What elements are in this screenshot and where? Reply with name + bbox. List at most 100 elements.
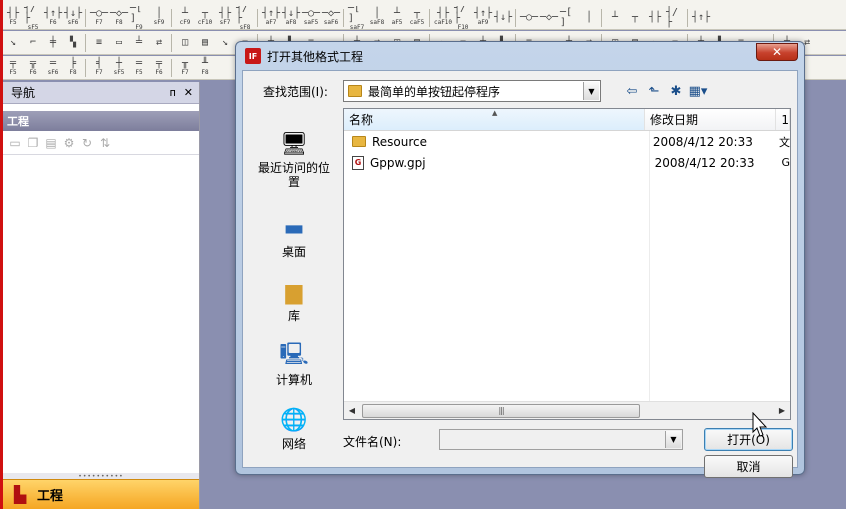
toolbar-button[interactable]: ┤├ sF7 — [216, 8, 234, 28]
list-item[interactable]: G Gppw.gpj 2008/4/12 20:33 G — [344, 152, 790, 173]
toolbar-button[interactable]: │ — [580, 8, 598, 28]
chevron-down-icon[interactable]: ▼ — [583, 82, 599, 100]
properties-icon[interactable]: ⚙ — [61, 135, 77, 151]
column-header-date[interactable]: 修改日期 — [645, 109, 777, 130]
new-icon[interactable]: ▭ — [7, 135, 23, 151]
toolbar-button[interactable]: ╤ F5 — [4, 58, 22, 78]
back-icon[interactable]: ⇦ — [621, 81, 643, 101]
toolbar-button-label: cF9 — [179, 19, 191, 26]
toolbar-button[interactable]: ═ sF6 — [44, 58, 62, 78]
toolbar-button[interactable]: ─[ ] F9 — [130, 6, 148, 29]
toolbar-button[interactable]: ▭ — [110, 33, 128, 53]
mouse-cursor-icon — [752, 412, 768, 437]
list-item[interactable]: Resource 2008/4/12 20:33 文 — [344, 131, 790, 152]
toolbar-button[interactable]: ┤/├ sF8 — [236, 6, 254, 29]
toolbar-button[interactable]: ╥ F7 — [176, 58, 194, 78]
toolbar-button[interactable]: ┤/├ sF5 — [24, 6, 42, 29]
scroll-left-icon[interactable]: ◀ — [344, 403, 360, 419]
place-desktop[interactable]: ▬ 桌面 — [251, 213, 337, 260]
toolbar-button[interactable]: ⇄ — [150, 33, 168, 53]
ladder-symbol-icon: ▤ — [201, 36, 209, 48]
column-header-name[interactable]: 名称 ▲ — [344, 109, 646, 130]
toolbar-button[interactable]: ┬ cF10 — [196, 8, 214, 28]
place-recent[interactable]: 🖥 最近访问的位置 — [251, 129, 337, 190]
toolbar-button[interactable]: ╧ — [130, 33, 148, 53]
toolbar-button[interactable]: ⌐ — [24, 33, 42, 53]
toolbar-button[interactable]: ─○─ — [520, 8, 538, 28]
nav-header: 导航 ᴨ ✕ — [3, 82, 199, 104]
toolbar-button[interactable]: ─◇─ F8 — [110, 8, 128, 28]
place-computer[interactable]: 🖳 计算机 — [251, 341, 337, 387]
new-folder-icon[interactable]: ✱ — [665, 81, 687, 101]
toolbar-button[interactable]: ┤↓├ aF8 — [282, 8, 300, 28]
toolbar-button[interactable]: ┤/├ F10 — [454, 6, 472, 29]
toolbar-button[interactable]: ┤├ — [646, 8, 664, 28]
toolbar-button[interactable]: ┤├ caF10 — [434, 8, 452, 28]
ladder-symbol-icon: ≡ — [95, 36, 103, 48]
toolbar-button-label: sF9 — [153, 19, 165, 26]
toolbar-separator — [171, 8, 173, 27]
nav-footer-project-tab[interactable]: ▙ 工程 — [3, 479, 199, 509]
refresh-icon[interactable]: ↻ — [79, 135, 95, 151]
copy-icon[interactable]: ❐ — [25, 135, 41, 151]
toolbar-button[interactable]: ┤/├ — [666, 7, 684, 28]
toolbar-button[interactable]: ╤ F6 — [150, 58, 168, 78]
toolbar-button[interactable]: ─[ ] saF7 — [348, 6, 366, 29]
toolbar-button[interactable]: ≡ — [90, 33, 108, 53]
dialog-titlebar[interactable]: IF 打开其他格式工程 — [236, 42, 804, 70]
up-folder-icon[interactable]: ⬑ — [643, 81, 665, 101]
toolbar-button[interactable]: ┬ caF5 — [408, 8, 426, 28]
toolbar-button[interactable]: ┤↑├ aF7 — [262, 8, 280, 28]
toolbar-button[interactable]: ╡ F7 — [90, 58, 108, 78]
toolbar-button[interactable]: ─◇─ saF6 — [322, 8, 340, 28]
ladder-symbol-icon: ┤├ — [218, 8, 232, 19]
toolbar-button[interactable]: ┴ — [606, 8, 624, 28]
toolbar-button[interactable]: ┬ — [626, 8, 644, 28]
toolbar-button[interactable]: ═ F5 — [130, 58, 148, 78]
column-header-type[interactable]: 1 — [776, 109, 790, 130]
toolbar-button[interactable]: ↘ — [216, 33, 234, 53]
pin-icon[interactable]: ᴨ — [170, 86, 176, 99]
scroll-thumb[interactable]: ||| — [362, 403, 640, 418]
place-network[interactable]: 🌐 网络 — [251, 405, 337, 452]
look-in-combo[interactable]: 最简单的单按钮起停程序 ▼ — [343, 80, 601, 102]
place-libraries[interactable]: ▆ 库 — [251, 277, 337, 324]
file-name-combo[interactable]: ▼ — [439, 429, 683, 450]
scroll-right-icon[interactable]: ▶ — [774, 403, 790, 419]
toolbar-button[interactable]: ╞ F8 — [64, 58, 82, 78]
toolbar-button[interactable]: ─◇─ — [540, 8, 558, 28]
toolbar-button[interactable]: ┤↓├ — [494, 8, 512, 28]
view-menu-icon[interactable]: ▦▾ — [687, 81, 709, 101]
toolbar-button[interactable]: ▚ — [64, 33, 82, 53]
toolbar-button[interactable]: │ saF8 — [368, 8, 386, 28]
toolbar-button[interactable]: ─[ ] — [560, 7, 578, 28]
toolbar-button[interactable]: ┴ aF5 — [388, 8, 406, 28]
toolbar-button[interactable]: ╨ F8 — [196, 58, 214, 78]
toolbar-button[interactable]: ┤↓├ sF6 — [64, 8, 82, 28]
toolbar-button[interactable]: ╪ — [44, 33, 62, 53]
dialog-close-button[interactable]: ✕ — [756, 43, 798, 61]
close-icon[interactable]: ✕ — [184, 86, 193, 99]
toolbar-button[interactable]: ┼ sF5 — [110, 58, 128, 78]
toolbar-button[interactable]: ↘ — [4, 33, 22, 53]
toolbar-button[interactable]: ┤↑├ F6 — [44, 8, 62, 28]
open-button[interactable]: 打开(O) — [704, 428, 793, 451]
chevron-down-icon[interactable]: ▼ — [665, 431, 681, 448]
horizontal-scrollbar[interactable]: ◀ ||| ▶ — [344, 401, 790, 419]
paste-icon[interactable]: ▤ — [43, 135, 59, 151]
sort-icon[interactable]: ⇅ — [97, 135, 113, 151]
toolbar-button-label: sF7 — [219, 19, 231, 26]
toolbar-button[interactable]: ┤├ F5 — [4, 8, 22, 28]
toolbar-button[interactable]: ─○─ saF5 — [302, 8, 320, 28]
toolbar-button[interactable]: ┤↑├ — [692, 8, 710, 28]
toolbar-button[interactable]: │ sF9 — [150, 8, 168, 28]
toolbar-button[interactable]: ─○─ F7 — [90, 8, 108, 28]
scroll-track[interactable]: ||| — [360, 403, 774, 418]
toolbar-button[interactable]: ◫ — [176, 33, 194, 53]
toolbar-button[interactable]: ┴ cF9 — [176, 8, 194, 28]
toolbar-button[interactable]: ▤ — [196, 33, 214, 53]
toolbar-button-label: saF8 — [369, 19, 385, 26]
cancel-button[interactable]: 取消 — [704, 455, 793, 478]
toolbar-button[interactable]: ╦ F6 — [24, 58, 42, 78]
toolbar-button[interactable]: ┤↑├ aF9 — [474, 8, 492, 28]
